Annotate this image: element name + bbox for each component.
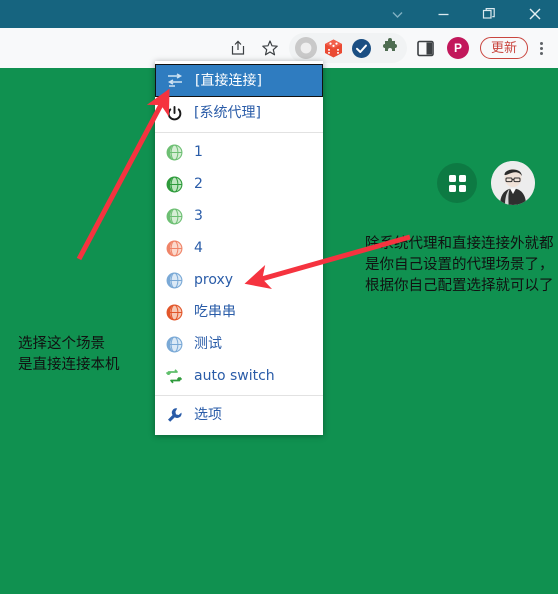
globe-lightgreen-icon (163, 205, 185, 227)
wrench-icon (163, 404, 185, 426)
restore-icon[interactable] (466, 0, 512, 28)
dice-extension-icon[interactable] (320, 34, 348, 62)
minimize-icon[interactable] (420, 0, 466, 28)
menu-item-label: 4 (194, 240, 203, 256)
menu-item-label: [直接连接] (195, 72, 262, 89)
globe-red-icon (163, 301, 185, 323)
menu-item-2[interactable]: 2 (155, 168, 323, 200)
auto-switch-icon (163, 365, 185, 387)
menu-item-label: 选项 (194, 407, 222, 423)
window-titlebar (0, 0, 558, 28)
menu-item-label: proxy (194, 272, 234, 288)
menu-item-1[interactable]: 1 (155, 136, 323, 168)
profile-avatar[interactable]: P (444, 34, 472, 62)
annotation-left: 选择这个场景 是直接连接本机 (18, 336, 120, 373)
chevron-down-icon[interactable] (374, 0, 420, 28)
menu-separator (155, 395, 323, 396)
menu-separator (155, 132, 323, 133)
globe-orange-icon (163, 237, 185, 259)
apps-grid-icon[interactable] (437, 163, 477, 203)
menu-item-label: [系统代理] (194, 105, 261, 121)
menu-item-测试[interactable]: 测试 (155, 328, 323, 360)
menu-item-3[interactable]: 3 (155, 200, 323, 232)
share-icon[interactable] (224, 34, 252, 62)
globe-green-icon (163, 173, 185, 195)
menu-item-4[interactable]: 4 (155, 232, 323, 264)
close-icon[interactable] (512, 0, 558, 28)
menu-item-auto switch[interactable]: auto switch (155, 360, 323, 392)
annotation-right: 除系统代理和直接连接外就都 是你自己设置的代理场景了， 根据你自己配置选择就可以… (365, 236, 554, 294)
menu-item-label: 3 (194, 208, 203, 224)
globe-blue-icon (163, 269, 185, 291)
update-button[interactable]: 更新 (479, 37, 528, 59)
direct-connection-icon (164, 70, 186, 92)
switchyomega-icon[interactable] (292, 34, 320, 62)
menu-item-proxy[interactable]: proxy (155, 264, 323, 296)
extensions-pill (288, 33, 407, 63)
menu-item-系统代理[interactable]: [系统代理] (155, 97, 323, 129)
globe-lightgreen-icon (163, 141, 185, 163)
menu-item-label: 2 (194, 176, 203, 192)
apps-grid-glyph (448, 174, 466, 192)
star-icon[interactable] (256, 34, 284, 62)
check-extension-icon[interactable] (348, 34, 376, 62)
side-panel-icon[interactable] (412, 34, 440, 62)
menu-item-label: 测试 (194, 336, 222, 352)
switchyomega-context-menu[interactable]: [直接连接] [系统代理] 1 2 3 4 proxy 吃串串测试 auto switch 选项 (155, 61, 323, 435)
menu-item-label: auto switch (194, 368, 275, 384)
kebab-menu-icon[interactable] (530, 34, 552, 62)
menu-item-label: 1 (194, 144, 203, 160)
user-avatar[interactable] (491, 161, 535, 205)
menu-item-label: 吃串串 (194, 304, 236, 320)
globe-blue-icon (163, 333, 185, 355)
menu-item-吃串串[interactable]: 吃串串 (155, 296, 323, 328)
puzzle-extensions-icon[interactable] (376, 34, 404, 62)
menu-item-直接连接[interactable]: [直接连接] (155, 64, 323, 97)
menu-item-选项[interactable]: 选项 (155, 399, 323, 431)
profile-initial: P (446, 37, 469, 59)
power-icon (163, 102, 185, 124)
